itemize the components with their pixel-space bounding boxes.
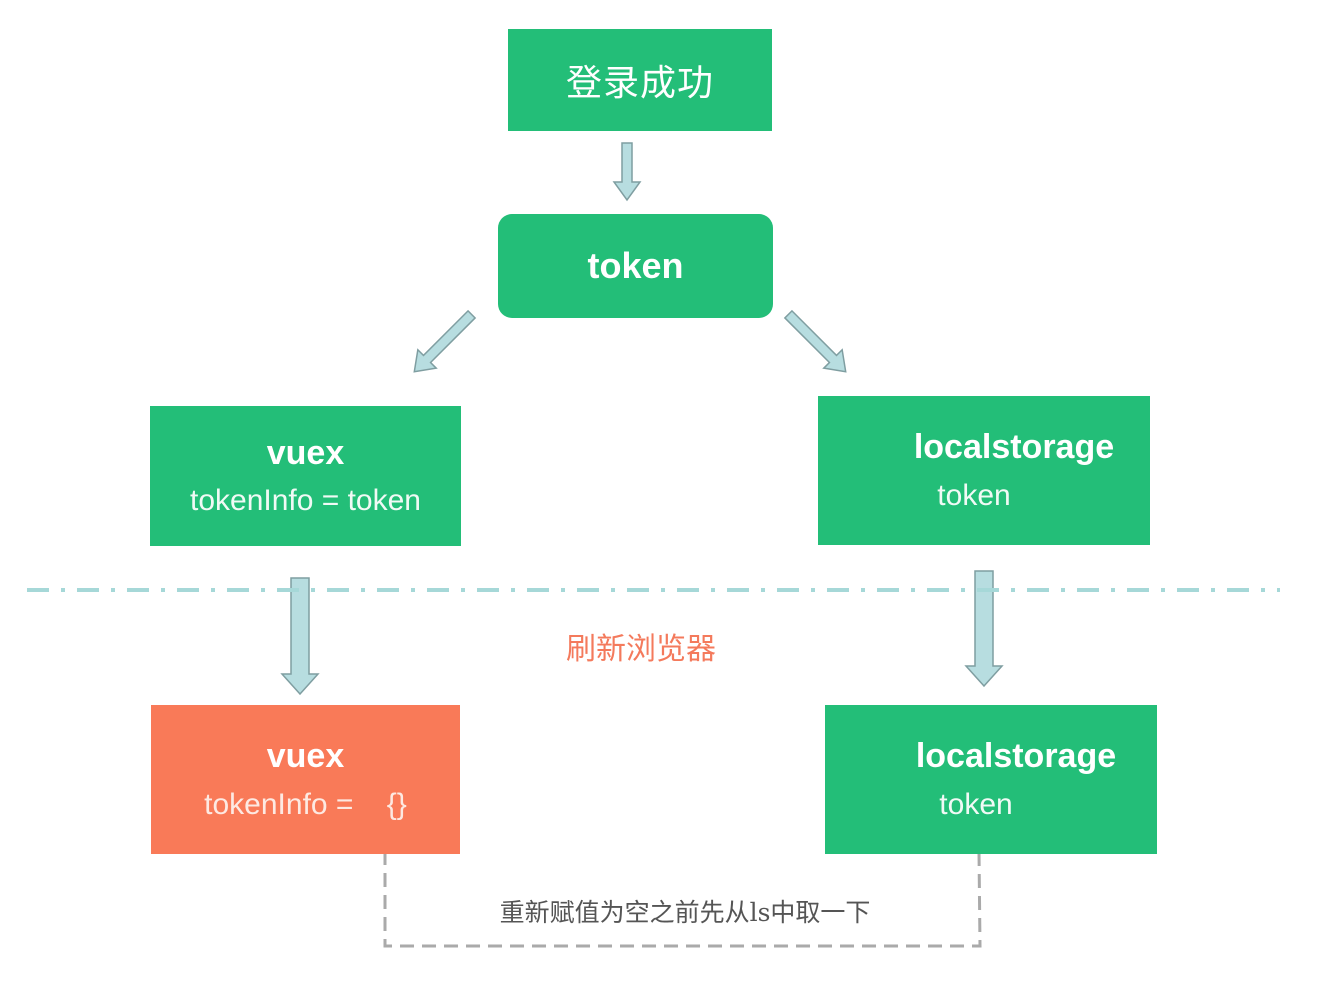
arrow-token-to-vuex [413, 309, 477, 373]
refresh-browser-label: 刷新浏览器 [566, 632, 716, 667]
token-label: token [587, 245, 684, 287]
vuex-detail-after: tokenInfo = {} [204, 787, 407, 821]
localstorage-node-before: localstorage token [818, 396, 1150, 545]
vuex-title-after: vuex [266, 737, 345, 776]
localstorage-title-before: localstorage [913, 428, 1115, 467]
localstorage-detail-after: token [939, 787, 1013, 821]
localstorage-node-after: localstorage token [825, 705, 1157, 854]
login-success-node: 登录成功 [508, 29, 772, 131]
token-node: token [498, 214, 773, 318]
localstorage-title-after: localstorage [915, 737, 1117, 776]
vuex-detail-before: tokenInfo = token [189, 484, 421, 518]
vuex-title-before: vuex [266, 433, 345, 472]
vuex-node-before: vuex tokenInfo = token [150, 406, 461, 546]
vuex-node-after: vuex tokenInfo = {} [151, 705, 460, 854]
reassign-note-label: 重新赋值为空之前先从ls中取一下 [499, 898, 871, 927]
arrow-token-to-localstorage [783, 309, 847, 373]
arrow-login-to-token [612, 142, 642, 202]
login-success-label: 登录成功 [565, 63, 714, 104]
localstorage-detail-before: token [937, 478, 1011, 512]
